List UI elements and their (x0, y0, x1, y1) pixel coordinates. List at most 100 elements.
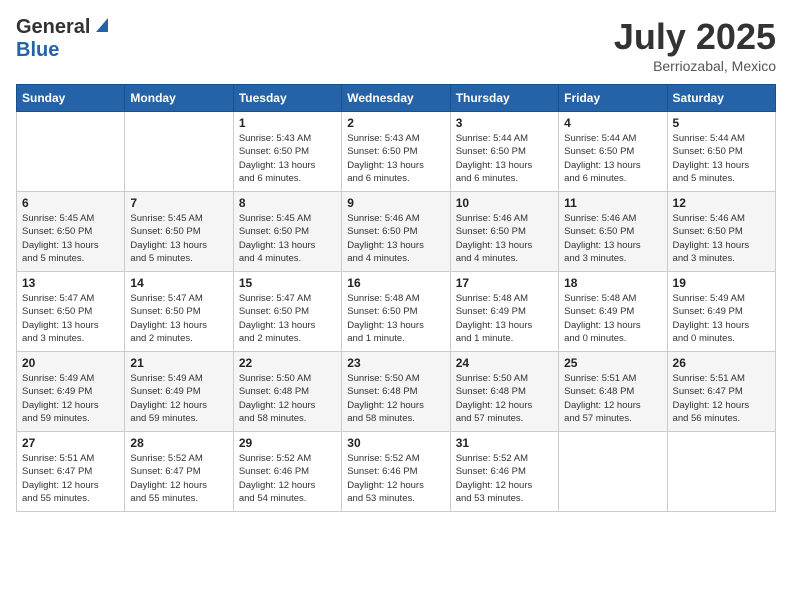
day-number: 27 (22, 436, 119, 450)
day-info: Sunrise: 5:47 AM Sunset: 6:50 PM Dayligh… (22, 292, 119, 345)
calendar-cell: 31 Sunrise: 5:52 AM Sunset: 6:46 PM Dayli… (450, 432, 558, 512)
day-number: 18 (564, 276, 661, 290)
location-text: Berriozabal, Mexico (614, 58, 776, 74)
day-info: Sunrise: 5:50 AM Sunset: 6:48 PM Dayligh… (239, 372, 336, 425)
calendar-cell: 16Sunrise: 5:48 AM Sunset: 6:50 PM Dayli… (342, 272, 450, 352)
calendar-cell: 10Sunrise: 5:46 AM Sunset: 6:50 PM Dayli… (450, 192, 558, 272)
day-info: Sunrise: 5:48 AM Sunset: 6:49 PM Dayligh… (456, 292, 553, 345)
day-info: Sunrise: 5:44 AM Sunset: 6:50 PM Dayligh… (564, 132, 661, 185)
day-number: 6 (22, 196, 119, 210)
day-number: 23 (347, 356, 444, 370)
calendar-cell: 24 Sunrise: 5:50 AM Sunset: 6:48 PM Dayli… (450, 352, 558, 432)
calendar-cell: 2Sunrise: 5:43 AM Sunset: 6:50 PM Daylig… (342, 112, 450, 192)
day-number: 22 (239, 356, 336, 370)
calendar-cell: 26Sunrise: 5:51 AM Sunset: 6:47 PM Dayli… (667, 352, 775, 432)
day-number: 20 (22, 356, 119, 370)
calendar-cell: 20 Sunrise: 5:49 AM Sunset: 6:49 PM Dayli… (17, 352, 125, 432)
day-number: 31 (456, 436, 553, 450)
calendar-cell: 30Sunrise: 5:52 AM Sunset: 6:46 PM Dayli… (342, 432, 450, 512)
calendar-week-row: 20 Sunrise: 5:49 AM Sunset: 6:49 PM Dayli… (17, 352, 776, 432)
calendar-week-row: 6 Sunrise: 5:45 AM Sunset: 6:50 PM Daylig… (17, 192, 776, 272)
calendar-cell: 9 Sunrise: 5:46 AM Sunset: 6:50 PM Daylig… (342, 192, 450, 272)
calendar-cell: 15 Sunrise: 5:47 AM Sunset: 6:50 PM Dayli… (233, 272, 341, 352)
day-info: Sunrise: 5:46 AM Sunset: 6:50 PM Dayligh… (673, 212, 770, 265)
day-info: Sunrise: 5:49 AM Sunset: 6:49 PM Dayligh… (130, 372, 227, 425)
day-info: Sunrise: 5:47 AM Sunset: 6:50 PM Dayligh… (130, 292, 227, 345)
day-info: Sunrise: 5:49 AM Sunset: 6:49 PM Dayligh… (22, 372, 119, 425)
calendar-cell: 5Sunrise: 5:44 AM Sunset: 6:50 PM Daylig… (667, 112, 775, 192)
calendar-cell: 13 Sunrise: 5:47 AM Sunset: 6:50 PM Dayli… (17, 272, 125, 352)
day-info: Sunrise: 5:52 AM Sunset: 6:47 PM Dayligh… (130, 452, 227, 505)
day-of-week-header: Sunday (17, 85, 125, 112)
month-title: July 2025 (614, 16, 776, 58)
day-info: Sunrise: 5:50 AM Sunset: 6:48 PM Dayligh… (456, 372, 553, 425)
day-info: Sunrise: 5:46 AM Sunset: 6:50 PM Dayligh… (347, 212, 444, 265)
day-number: 11 (564, 196, 661, 210)
day-info: Sunrise: 5:45 AM Sunset: 6:50 PM Dayligh… (22, 212, 119, 265)
calendar-cell: 7 Sunrise: 5:45 AM Sunset: 6:50 PM Daylig… (125, 192, 233, 272)
day-number: 8 (239, 196, 336, 210)
calendar-cell: 27Sunrise: 5:51 AM Sunset: 6:47 PM Dayli… (17, 432, 125, 512)
title-area: July 2025 Berriozabal, Mexico (614, 16, 776, 74)
day-of-week-header: Saturday (667, 85, 775, 112)
day-number: 10 (456, 196, 553, 210)
calendar-cell: 17 Sunrise: 5:48 AM Sunset: 6:49 PM Dayli… (450, 272, 558, 352)
calendar-week-row: 1 Sunrise: 5:43 AM Sunset: 6:50 PM Daylig… (17, 112, 776, 192)
day-number: 13 (22, 276, 119, 290)
calendar-cell: 22 Sunrise: 5:50 AM Sunset: 6:48 PM Dayli… (233, 352, 341, 432)
day-info: Sunrise: 5:43 AM Sunset: 6:50 PM Dayligh… (239, 132, 336, 185)
day-info: Sunrise: 5:44 AM Sunset: 6:50 PM Dayligh… (456, 132, 553, 185)
calendar-week-row: 13 Sunrise: 5:47 AM Sunset: 6:50 PM Dayli… (17, 272, 776, 352)
day-info: Sunrise: 5:51 AM Sunset: 6:47 PM Dayligh… (673, 372, 770, 425)
calendar-week-row: 27Sunrise: 5:51 AM Sunset: 6:47 PM Dayli… (17, 432, 776, 512)
calendar-cell: 19 Sunrise: 5:49 AM Sunset: 6:49 PM Dayli… (667, 272, 775, 352)
calendar-cell: 3Sunrise: 5:44 AM Sunset: 6:50 PM Daylig… (450, 112, 558, 192)
logo-general-text: General (16, 16, 90, 39)
day-number: 16 (347, 276, 444, 290)
day-of-week-header: Wednesday (342, 85, 450, 112)
logo-blue-text: Blue (16, 39, 59, 62)
calendar-cell: 25 Sunrise: 5:51 AM Sunset: 6:48 PM Dayli… (559, 352, 667, 432)
day-info: Sunrise: 5:52 AM Sunset: 6:46 PM Dayligh… (456, 452, 553, 505)
day-of-week-header: Tuesday (233, 85, 341, 112)
day-info: Sunrise: 5:47 AM Sunset: 6:50 PM Dayligh… (239, 292, 336, 345)
calendar-header-row: SundayMondayTuesdayWednesdayThursdayFrid… (17, 85, 776, 112)
day-number: 7 (130, 196, 227, 210)
day-info: Sunrise: 5:45 AM Sunset: 6:50 PM Dayligh… (239, 212, 336, 265)
day-info: Sunrise: 5:48 AM Sunset: 6:49 PM Dayligh… (564, 292, 661, 345)
calendar-cell: 29Sunrise: 5:52 AM Sunset: 6:46 PM Dayli… (233, 432, 341, 512)
calendar-cell: 8 Sunrise: 5:45 AM Sunset: 6:50 PM Daylig… (233, 192, 341, 272)
day-info: Sunrise: 5:49 AM Sunset: 6:49 PM Dayligh… (673, 292, 770, 345)
day-of-week-header: Monday (125, 85, 233, 112)
day-number: 9 (347, 196, 444, 210)
calendar-cell: 4Sunrise: 5:44 AM Sunset: 6:50 PM Daylig… (559, 112, 667, 192)
logo: General Blue (16, 16, 108, 62)
day-info: Sunrise: 5:51 AM Sunset: 6:48 PM Dayligh… (564, 372, 661, 425)
calendar-cell: 23 Sunrise: 5:50 AM Sunset: 6:48 PM Dayli… (342, 352, 450, 432)
day-info: Sunrise: 5:50 AM Sunset: 6:48 PM Dayligh… (347, 372, 444, 425)
day-of-week-header: Friday (559, 85, 667, 112)
day-number: 28 (130, 436, 227, 450)
day-number: 2 (347, 116, 444, 130)
day-number: 24 (456, 356, 553, 370)
day-info: Sunrise: 5:44 AM Sunset: 6:50 PM Dayligh… (673, 132, 770, 185)
calendar-cell: 11 Sunrise: 5:46 AM Sunset: 6:50 PM Dayli… (559, 192, 667, 272)
logo-triangle-icon (92, 18, 108, 34)
day-info: Sunrise: 5:46 AM Sunset: 6:50 PM Dayligh… (564, 212, 661, 265)
day-number: 21 (130, 356, 227, 370)
calendar-table: SundayMondayTuesdayWednesdayThursdayFrid… (16, 84, 776, 512)
calendar-cell: 18 Sunrise: 5:48 AM Sunset: 6:49 PM Dayli… (559, 272, 667, 352)
day-number: 19 (673, 276, 770, 290)
calendar-cell (667, 432, 775, 512)
calendar-cell: 28 Sunrise: 5:52 AM Sunset: 6:47 PM Dayli… (125, 432, 233, 512)
day-number: 25 (564, 356, 661, 370)
day-number: 17 (456, 276, 553, 290)
calendar-cell (559, 432, 667, 512)
day-number: 1 (239, 116, 336, 130)
day-number: 15 (239, 276, 336, 290)
calendar-cell (125, 112, 233, 192)
day-number: 14 (130, 276, 227, 290)
day-info: Sunrise: 5:52 AM Sunset: 6:46 PM Dayligh… (239, 452, 336, 505)
day-info: Sunrise: 5:45 AM Sunset: 6:50 PM Dayligh… (130, 212, 227, 265)
day-info: Sunrise: 5:52 AM Sunset: 6:46 PM Dayligh… (347, 452, 444, 505)
